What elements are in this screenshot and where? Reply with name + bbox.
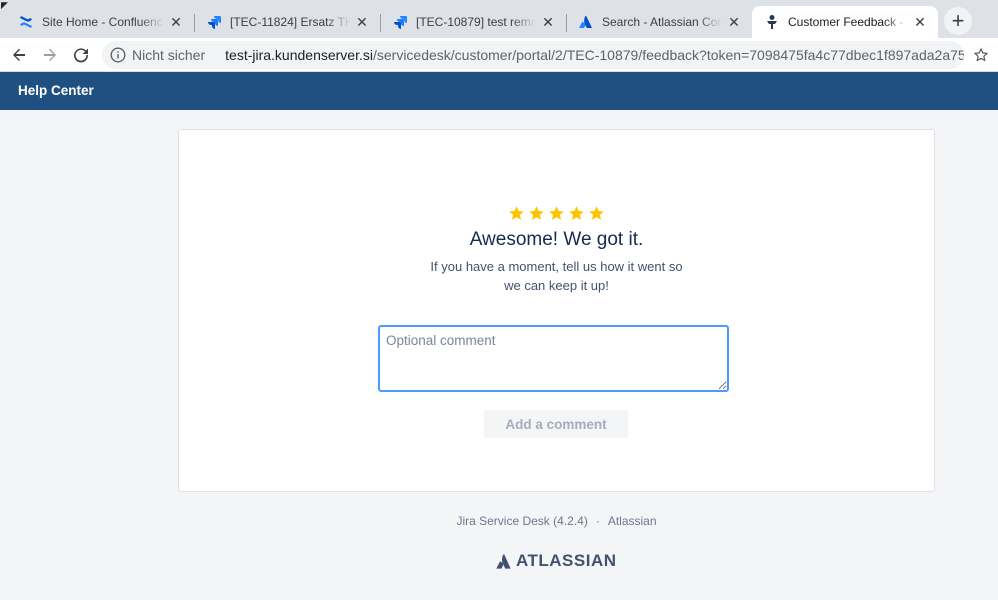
forward-button[interactable]	[37, 42, 63, 68]
star-icon	[509, 206, 524, 220]
url-host: test-jira.kundenserver.si	[225, 47, 373, 63]
confluence-icon	[18, 14, 34, 30]
url-path: /servicedesk/customer/portal/2/TEC-10879…	[372, 47, 964, 63]
tab-site-home-confluence[interactable]: Site Home - Confluence ✕	[6, 6, 194, 38]
footer-separator: ·	[595, 514, 600, 528]
footer-links: Jira Service Desk (4.2.4) · Atlassian	[178, 514, 935, 528]
browser-tab-strip: ◤ Site Home - Confluence ✕ [TEC-11824] E…	[0, 0, 998, 38]
address-bar[interactable]: Nicht sicher test-jira.kundenserver.si /…	[102, 41, 964, 69]
help-center-link[interactable]: Help Center	[18, 83, 94, 98]
reload-button[interactable]	[68, 42, 94, 68]
tab-tec-10879[interactable]: [TEC-10879] test remaining ✕	[380, 6, 566, 38]
feedback-card: Awesome! We got it. If you have a moment…	[178, 129, 935, 492]
tab-customer-feedback[interactable]: Customer Feedback - Service Desk ✕	[752, 6, 938, 38]
jira-icon	[392, 14, 408, 30]
tab-title: [TEC-10879] test remaining	[416, 15, 536, 29]
tab-title: Search - Atlassian Community	[602, 15, 722, 29]
security-status[interactable]: Nicht sicher	[132, 47, 205, 63]
star-icon	[549, 206, 564, 220]
tab-tec-11824[interactable]: [TEC-11824] Ersatz TK-Anlage ✕	[194, 6, 380, 38]
atlassian-logo[interactable]: ATLASSIAN	[496, 551, 617, 571]
arrow-left-icon	[13, 48, 25, 61]
close-icon[interactable]: ✕	[912, 14, 928, 30]
tab-title: Customer Feedback - Service Desk	[788, 15, 908, 29]
bookmark-star-icon[interactable]	[972, 46, 990, 64]
close-icon[interactable]: ✕	[726, 14, 742, 30]
jira-icon	[206, 14, 222, 30]
browser-toolbar: Nicht sicher test-jira.kundenserver.si /…	[0, 38, 998, 72]
atlassian-logo-text: ATLASSIAN	[516, 551, 617, 570]
help-center-header: Help Center	[0, 72, 998, 110]
tab-title: [TEC-11824] Ersatz TK-Anlage	[230, 15, 350, 29]
feedback-heading: Awesome! We got it.	[469, 229, 644, 250]
star-icon	[529, 206, 544, 220]
star-rating	[508, 205, 605, 222]
tab-search-atlassian-community[interactable]: Search - Atlassian Community ✕	[566, 6, 752, 38]
close-icon[interactable]: ✕	[168, 14, 184, 30]
product-version-link[interactable]: Jira Service Desk (4.2.4)	[456, 514, 587, 528]
subtext-line: we can keep it up!	[504, 278, 609, 293]
atlassian-logo-icon	[496, 553, 511, 569]
arrow-right-icon	[44, 48, 56, 61]
comment-textarea[interactable]	[378, 325, 729, 392]
add-comment-button[interactable]: Add a comment	[484, 410, 628, 438]
reload-icon	[74, 48, 89, 63]
atlassian-icon	[578, 14, 594, 30]
atlassian-link[interactable]: Atlassian	[608, 514, 657, 528]
close-icon[interactable]: ✕	[540, 14, 556, 30]
service-desk-icon	[764, 14, 780, 30]
back-button[interactable]	[6, 42, 32, 68]
info-icon[interactable]	[110, 46, 126, 64]
feedback-subtext: If you have a moment, tell us how it wen…	[419, 257, 694, 295]
new-tab-button[interactable]: +	[944, 7, 972, 35]
star-icon	[589, 206, 604, 220]
close-icon[interactable]: ✕	[354, 14, 370, 30]
star-icon	[569, 206, 584, 220]
tab-title: Site Home - Confluence	[42, 15, 164, 29]
subtext-line: If you have a moment, tell us how it wen…	[430, 259, 683, 274]
